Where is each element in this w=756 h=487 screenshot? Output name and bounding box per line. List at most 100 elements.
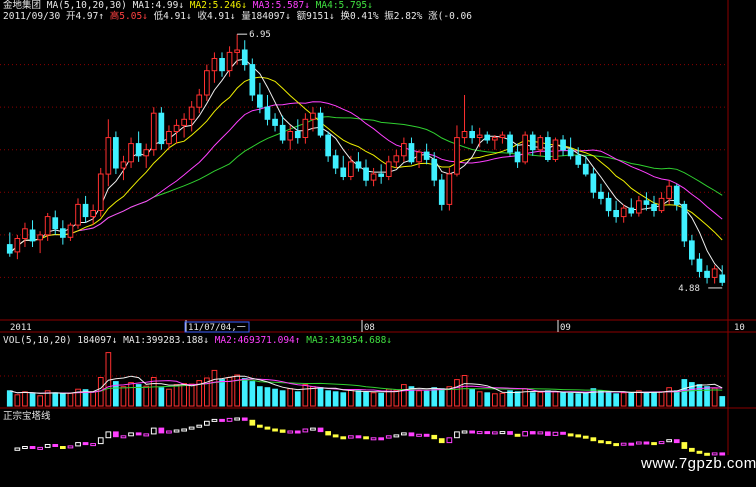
volume-bar: [469, 388, 475, 407]
candle-body: [143, 149, 150, 157]
candle-body: [166, 131, 172, 145]
candle-body: [537, 137, 544, 151]
min-price-label: 4.88: [678, 284, 700, 294]
tower-bar: [135, 432, 142, 436]
candle-body: [605, 197, 612, 212]
tower-bar: [620, 442, 627, 446]
candle-body: [234, 49, 241, 53]
volume-bar: [651, 392, 657, 407]
volume-bar: [188, 383, 195, 407]
tower-bar: [219, 418, 225, 422]
tower-bar: [545, 431, 551, 436]
volume-bar: [52, 392, 59, 407]
volume-bar: [370, 392, 377, 407]
tower-bar: [658, 441, 665, 445]
candle-body: [454, 137, 460, 175]
candle-body: [613, 210, 619, 218]
candle-body: [529, 134, 536, 151]
tower-bar: [120, 435, 127, 439]
tower-bar: [52, 444, 59, 447]
candle-body: [37, 234, 43, 241]
candle-body: [226, 51, 233, 72]
tower-bar: [613, 443, 619, 447]
candle-body: [673, 185, 680, 205]
tower-bar: [67, 445, 74, 449]
tower-bar: [567, 433, 574, 437]
volume-bar: [128, 382, 134, 407]
max-price-label: 6.95: [249, 30, 271, 40]
tower-bar: [484, 431, 491, 435]
candle-body: [241, 49, 248, 66]
site-watermark: www.7gpzb.com: [641, 455, 756, 472]
tower-bar: [317, 427, 324, 433]
candle-body: [348, 161, 354, 177]
volume-bar: [666, 387, 672, 407]
volume-bar: [514, 391, 521, 407]
candle-body: [105, 137, 112, 175]
candle-body: [82, 203, 89, 218]
tower-bar: [469, 430, 475, 434]
candle-body: [188, 106, 195, 120]
tower-bar: [673, 439, 680, 444]
tower-bar: [204, 420, 210, 426]
candle-body: [461, 131, 468, 139]
candle-body: [582, 163, 589, 175]
volume-bar: [567, 392, 574, 407]
candle-body: [22, 228, 28, 240]
candle-body: [575, 155, 582, 165]
tower-bar: [143, 433, 150, 437]
indicator-header: 正宗宝塔线: [3, 411, 51, 422]
volume-bar: [14, 394, 21, 407]
volume-bar: [590, 388, 597, 407]
tower-bar: [188, 426, 195, 430]
volume-bar: [492, 393, 498, 407]
tower-bar: [370, 437, 377, 441]
tower-bar: [423, 433, 430, 437]
volume-bar: [294, 391, 301, 407]
tower-bar: [325, 431, 331, 436]
candle-body: [620, 207, 627, 218]
candle-body: [128, 143, 134, 163]
candle-body: [507, 134, 513, 153]
volume-current: 184097↓: [77, 335, 118, 346]
tower-bar: [696, 450, 703, 454]
volume-bar: [340, 392, 347, 407]
volume-bar: [658, 391, 665, 407]
candle-body: [196, 94, 203, 108]
tower-bar: [605, 441, 612, 445]
tower-bar: [499, 431, 506, 435]
tower-bar: [582, 435, 589, 439]
volume-bar: [332, 391, 339, 407]
volume-bar: [219, 379, 225, 407]
candle-body: [52, 217, 59, 230]
candle-body: [522, 134, 528, 163]
tower-bar: [332, 434, 339, 438]
time-axis-label: 10: [734, 323, 745, 333]
tower-bar: [514, 433, 521, 437]
volume-bar: [499, 392, 506, 407]
candle-body: [150, 112, 157, 151]
tower-bar: [507, 431, 513, 435]
volume-bar: [279, 390, 286, 407]
indicator-name: 正宗宝塔线: [3, 411, 51, 422]
time-axis-label: 2011: [10, 323, 32, 333]
candle-body: [279, 124, 286, 141]
tower-bar: [643, 441, 650, 445]
tower-bar: [689, 447, 695, 452]
volume-bar: [6, 390, 13, 407]
tower-bar: [529, 431, 536, 435]
tower-bar: [598, 440, 604, 444]
stock-chart-screen: 金地集团 MA(5,10,20,30) MA1:4.99↓ MA2:5.246↓…: [0, 0, 756, 487]
candle-body: [287, 131, 294, 141]
volume-bar: [249, 381, 256, 407]
chart-canvas[interactable]: 6.95 4.88 2011 11/07/04,一 08 09 10: [0, 0, 756, 487]
tower-bar: [226, 417, 233, 422]
tower-bar: [590, 437, 597, 442]
volume-bar: [416, 390, 422, 407]
tower-bar: [128, 432, 134, 437]
volume-ma2: MA2:469371.094↑: [214, 335, 301, 346]
volume-bar: [363, 391, 369, 407]
tower-bar: [113, 431, 119, 438]
candle-body: [719, 274, 726, 283]
volume-bar: [22, 391, 28, 407]
